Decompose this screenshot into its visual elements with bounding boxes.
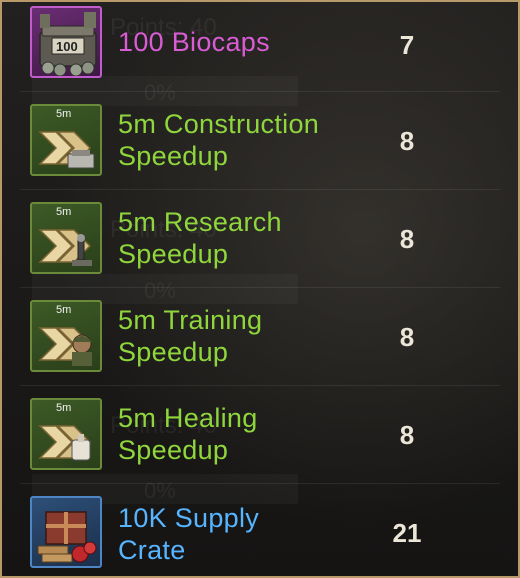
supply-crate-icon — [30, 496, 102, 568]
healing-speedup-icon: 5m — [30, 398, 102, 470]
chevron-arrows-icon — [38, 327, 92, 366]
rewards-panel: Points: 40 0% Points: 40 0% Points: 40 0… — [0, 0, 520, 578]
reward-points: 8 — [399, 224, 415, 254]
reward-row[interactable]: 5m 5m Research Speedup 8 — [20, 190, 500, 288]
reward-row[interactable]: 5m 5m Training Speedup 8 — [20, 288, 500, 386]
reward-name-line1: 5m Training — [118, 305, 263, 335]
speedup-time-tag: 5m — [56, 108, 72, 120]
reward-name: 5m Training Speedup — [118, 304, 262, 368]
speedup-time-tag: 5m — [56, 304, 72, 316]
reward-row[interactable]: 5m 5m Construction Speedup 8 — [20, 92, 500, 190]
reward-name-line2: Crate — [118, 535, 186, 565]
construction-speedup-icon: 5m — [30, 104, 102, 176]
reward-name: 5m Construction Speedup — [118, 108, 319, 172]
reward-row[interactable]: 10K Supply Crate 21 — [20, 484, 500, 576]
reward-name-line1: 5m Research — [118, 207, 282, 237]
speedup-time-tag: 5m — [56, 402, 72, 414]
reward-points: 21 — [392, 518, 422, 548]
chevron-arrows-icon — [38, 425, 92, 461]
reward-name-line2: Speedup — [118, 141, 229, 171]
reward-name: 100 Biocaps — [118, 27, 270, 57]
research-speedup-icon: 5m — [30, 202, 102, 274]
reward-name-line2: Speedup — [118, 239, 229, 269]
speedup-time-tag: 5m — [56, 206, 72, 218]
reward-name-line2: Speedup — [118, 337, 229, 367]
reward-name-line1: 5m Healing — [118, 403, 258, 433]
reward-name: 5m Healing Speedup — [118, 402, 258, 466]
reward-points: 8 — [399, 420, 415, 450]
reward-points: 8 — [399, 126, 415, 156]
chevron-arrows-icon — [38, 229, 92, 266]
reward-name-line1: 10K Supply — [118, 503, 260, 533]
reward-name: 10K Supply Crate — [118, 502, 259, 566]
reward-name-line2: Speedup — [118, 435, 229, 465]
reward-name-line1: 5m Construction — [118, 109, 320, 139]
reward-row[interactable]: 5m 5m Healing Speedup 8 — [20, 386, 500, 484]
reward-row[interactable]: 100 100 Biocaps 7 — [20, 2, 500, 92]
training-speedup-icon: 5m — [30, 300, 102, 372]
reward-points: 8 — [399, 322, 415, 352]
chevron-arrows-icon — [38, 131, 95, 169]
biocaps-count-label: 100 — [56, 39, 78, 54]
biocaps-icon: 100 — [30, 6, 102, 78]
reward-points: 7 — [399, 30, 415, 60]
reward-name: 5m Research Speedup — [118, 206, 282, 270]
supply-crate-art — [37, 511, 97, 563]
reward-list: 100 100 Biocaps 7 5m 5m Construction Spe… — [20, 2, 500, 576]
